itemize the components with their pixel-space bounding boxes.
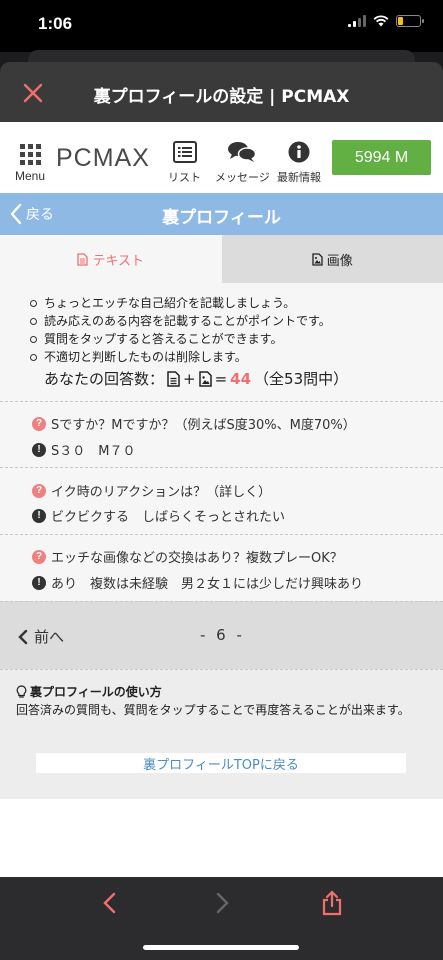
answer-row: ! ビクビクする しばらくそっとされたい [32,506,285,525]
usage-section: 裏プロフィールの使い方 回答済みの質問も、質問をタップすることで再度答えることが… [0,669,443,799]
share-icon[interactable] [318,889,346,917]
info-bullet: 質問をタップすると答えることができます。 [28,330,331,348]
image-answer-icon [198,370,212,387]
prev-page-button[interactable]: 前へ [18,626,64,647]
modal-header: 裏プロフィールの設定 | PCMAX [0,62,443,122]
tab-image-label: 画像 [326,253,353,269]
tabs: テキスト 画像 [0,235,443,283]
prev-page-label: 前へ [34,628,65,646]
info-bullet: 不適切と判断したものは削除します。 [28,348,331,366]
back-to-top-link[interactable]: 裏プロフィールTOPに戻る [36,753,406,773]
info-icon [288,141,310,163]
pcmax-logo[interactable]: PCMAX [56,144,150,173]
qa-item[interactable]: ? イク時のリアクションは？（詳しく） ! ビクビクする しばらくそっとされたい [0,467,443,534]
qa-item[interactable]: ? エッチな画像などの交換はあり？複数プレーOK？ ! あり 複数は未経験 男２… [0,534,443,601]
question-icon: ? [32,416,46,431]
document-icon [77,252,89,266]
header-title: 裏プロフィールの設定 | PCMAX [93,87,350,107]
info-box: ちょっとエッチな自己紹介を記載しましょう。 読み応えのある内容を記載することがポ… [0,283,443,401]
info-bullet: 読み応えのある内容を記載することがポイントです。 [28,312,331,330]
exclamation-icon: ! [32,442,46,457]
chat-bubbles-icon [228,142,257,162]
forward-arrow-icon[interactable] [207,889,235,917]
list-label: リスト [168,171,201,184]
battery-icon [396,15,424,27]
cellular-signal-icon [348,15,366,27]
exclamation-icon: ! [32,575,46,590]
info-bullet: ちょっとエッチな自己紹介を記載しましょう。 [28,294,331,312]
pager: 前へ - 6 - [0,601,443,669]
answer-text: あり 複数は未経験 男２女１には少しだけ興味あり [51,577,364,592]
chevron-left-icon [18,629,28,644]
list-button[interactable]: リスト [168,141,201,185]
home-indicator [143,945,299,950]
usage-description: 回答済みの質問も、質問をタップすることで再度答えることが出来ます。 [16,703,410,717]
answer-count-number: 44 [230,369,252,388]
menu-label: Menu [14,169,46,183]
news-label: 最新情報 [277,171,321,184]
tab-text-label: テキスト [92,253,145,269]
menu-button[interactable]: Menu [10,144,50,183]
page-title-bar: 戻る 裏プロフィール [0,193,443,235]
question-text: イク時のリアクションは？（詳しく） [51,485,272,500]
question-row: ? Sですか？Mですか？（例えばS度30%、M度70%） [32,414,356,433]
news-button[interactable]: 最新情報 [277,141,321,185]
status-time: 1:06 [38,14,73,33]
answer-count-label: あなたの回答数： [44,370,165,388]
question-row: ? イク時のリアクションは？（詳しく） [32,481,271,500]
tab-image[interactable]: 画像 [221,235,443,283]
answer-row: ! あり 複数は未経験 男２女１には少しだけ興味あり [32,573,363,592]
site-header: Menu PCMAX リスト メッセージ 最新情報 5994 M [0,122,443,193]
status-bar: 1:06 [0,0,443,52]
text-answer-icon [167,370,180,387]
wifi-icon [373,15,389,27]
points-button[interactable]: 5994 M [332,140,431,175]
background-sheet [28,50,415,62]
exclamation-icon: ! [32,508,46,523]
qa-item[interactable]: ? Sですか？Mですか？（例えばS度30%、M度70%） ! S３０ M７０ [0,401,443,467]
answer-count: あなたの回答数： + = 44 （全53問中） [44,368,348,389]
grid-menu-icon [19,144,41,165]
answer-text: S３０ M７０ [51,444,136,459]
message-button[interactable]: メッセージ [215,141,270,185]
answer-text: ビクビクする しばらくそっとされたい [51,510,286,525]
answer-total: （全53問中） [254,370,349,388]
usage-title-text: 裏プロフィールの使い方 [30,685,162,699]
message-label: メッセージ [215,171,270,184]
usage-title: 裏プロフィールの使い方 [16,683,162,700]
status-icons [348,15,424,27]
plus-sign: + [183,369,196,388]
page-title: 裏プロフィール [162,208,281,228]
back-arrow-icon[interactable] [97,889,125,917]
lightbulb-icon [16,684,27,698]
answer-row: ! S３０ M７０ [32,440,135,459]
question-text: エッチな画像などの交換はあり？複数プレーOK？ [51,551,343,566]
image-file-icon [312,252,323,266]
question-icon: ? [32,549,46,564]
question-row: ? エッチな画像などの交換はあり？複数プレーOK？ [32,547,343,566]
info-list: ちょっとエッチな自己紹介を記載しましょう。 読み応えのある内容を記載することがポ… [28,294,331,366]
list-icon [172,141,197,163]
question-icon: ? [32,483,46,498]
content-blank [0,799,443,877]
page-number: - 6 - [200,626,245,644]
question-text: Sですか？Mですか？（例えばS度30%、M度70%） [51,418,356,433]
tab-text[interactable]: テキスト [0,235,222,283]
equals-sign: = [214,369,228,388]
